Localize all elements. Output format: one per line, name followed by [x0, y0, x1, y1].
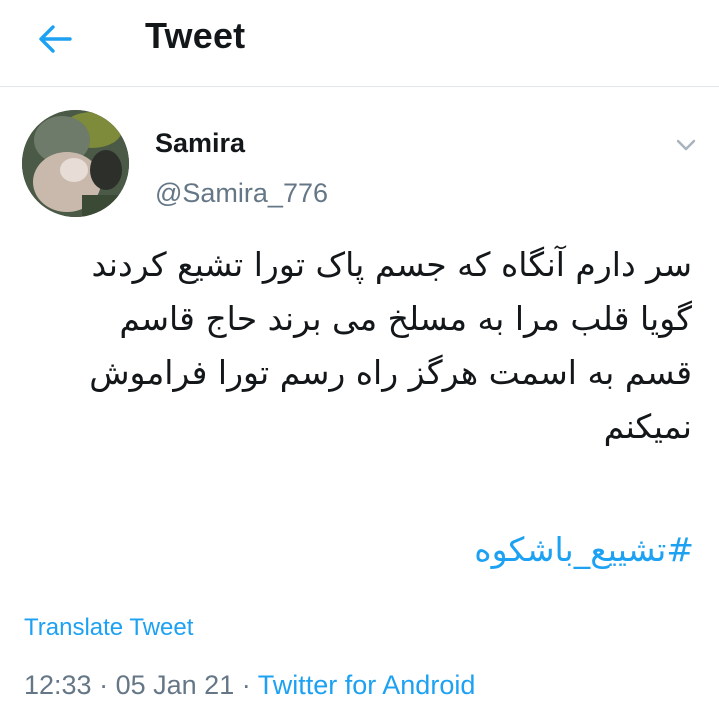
tweet-date: 05 Jan 21 [115, 670, 235, 700]
meta-separator: · [241, 670, 251, 700]
translate-tweet-button[interactable]: Translate Tweet [24, 614, 193, 642]
more-options-button[interactable] [668, 130, 704, 160]
tweet-text: سر دارم آنگاه که جسم پاک تورا تشیع کردند… [89, 245, 692, 446]
back-button[interactable] [28, 18, 82, 60]
meta-separator: · [99, 670, 109, 700]
tweet-source-link[interactable]: Twitter for Android [258, 670, 476, 700]
chevron-down-icon [676, 139, 696, 151]
tweet-meta: 12:33 · 05 Jan 21 · Twitter for Android [24, 670, 475, 701]
hashtag-link[interactable]: #تشییع_باشکوه [20, 530, 694, 569]
page-title: Tweet [145, 15, 246, 56]
back-arrow-icon [39, 25, 72, 53]
tweet-time: 12:33 [24, 670, 92, 700]
top-app-bar: Tweet [0, 0, 719, 87]
author-name[interactable]: Samira [155, 128, 245, 159]
author-handle[interactable]: @Samira_776 [155, 178, 328, 209]
avatar[interactable] [22, 110, 129, 217]
